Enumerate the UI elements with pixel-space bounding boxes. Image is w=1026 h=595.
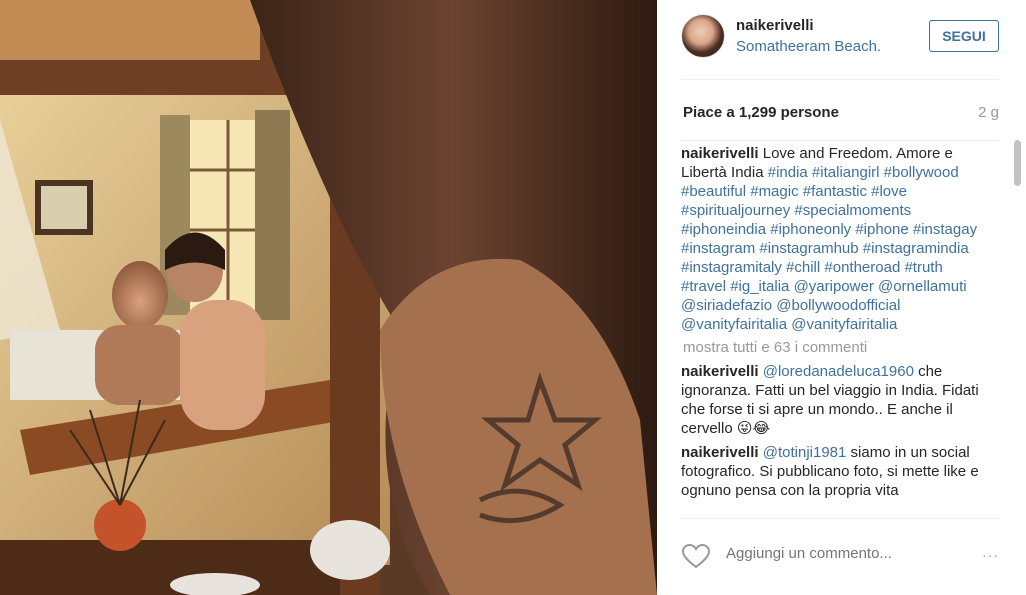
divider bbox=[681, 518, 999, 519]
likes-row: Piace a 1,299 persone 2 g bbox=[681, 104, 999, 124]
comment-item: naikerivelli @loredanadeluca1960 che ign… bbox=[681, 362, 991, 438]
username-link[interactable]: naikerivelli bbox=[736, 17, 814, 34]
comment-mention-link[interactable]: @totinji1981 bbox=[763, 444, 847, 461]
caption-hashtags[interactable]: #india #italiangirl #bollywood #beautifu… bbox=[681, 164, 977, 333]
post-sidebar: naikerivelli Somatheeram Beach. SEGUI Pi… bbox=[657, 0, 1026, 595]
comments-list[interactable]: naikerivelli Love and Freedom. Amore e L… bbox=[681, 144, 1013, 517]
scrollbar-thumb[interactable] bbox=[1014, 140, 1021, 186]
divider bbox=[681, 79, 999, 80]
comment-author-link[interactable]: naikerivelli bbox=[681, 444, 759, 461]
divider bbox=[681, 140, 999, 141]
post-header: naikerivelli Somatheeram Beach. SEGUI bbox=[681, 14, 999, 66]
location-link[interactable]: Somatheeram Beach. bbox=[736, 38, 881, 55]
comment-item: naikerivelli @totinji1981 siamo in un so… bbox=[681, 443, 991, 500]
likes-count[interactable]: Piace a 1,299 persone bbox=[683, 104, 839, 121]
caption-author-link[interactable]: naikerivelli bbox=[681, 145, 759, 162]
avatar[interactable] bbox=[681, 14, 725, 58]
comment-author-link[interactable]: naikerivelli bbox=[681, 363, 759, 380]
more-options-icon[interactable]: ··· bbox=[982, 547, 999, 563]
show-all-comments-link[interactable]: mostra tutti e 63 i commenti bbox=[683, 339, 1013, 356]
add-comment-input[interactable] bbox=[726, 545, 946, 562]
photo-illustration bbox=[0, 0, 657, 595]
post-photo[interactable] bbox=[0, 0, 657, 595]
caption: naikerivelli Love and Freedom. Amore e L… bbox=[681, 144, 991, 334]
comments-scrollbar[interactable] bbox=[1014, 140, 1021, 518]
heart-outline-icon[interactable] bbox=[681, 543, 711, 569]
post-age[interactable]: 2 g bbox=[978, 104, 999, 121]
comment-mention-link[interactable]: @loredanadeluca1960 bbox=[763, 363, 914, 380]
post-footer: ··· bbox=[681, 540, 999, 572]
follow-button[interactable]: SEGUI bbox=[929, 20, 999, 52]
